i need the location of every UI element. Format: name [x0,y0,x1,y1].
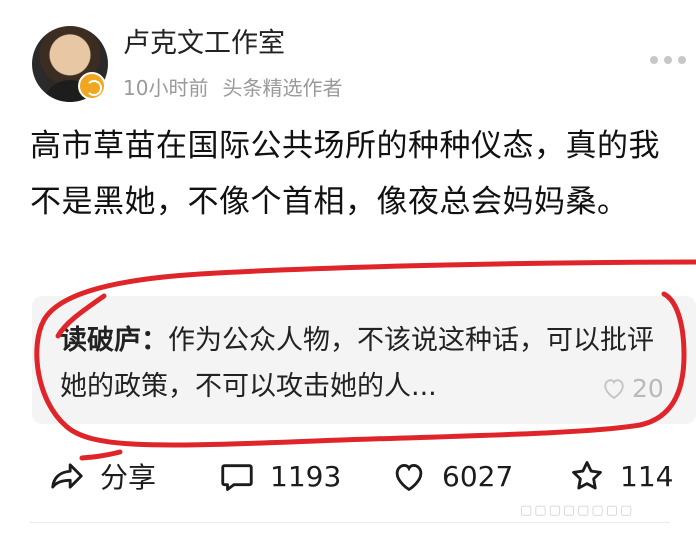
favorite-count: 114 [620,459,674,493]
featured-comment[interactable]: 读破庐：作为公众人物，不该说这种话，可以批评她的政策，不可以攻击她的人... 2… [32,296,696,424]
watermark: ▢▢▢▢▢▢▢▢ [520,503,635,518]
comment-content: 读破庐：作为公众人物，不该说这种话，可以批评她的政策，不可以攻击她的人... [60,318,670,410]
share-icon [51,463,83,489]
verified-badge-icon [78,72,106,100]
post-time: 10小时前 [123,76,209,100]
comment-like-button[interactable]: 20 [600,368,664,408]
comment-count: 1193 [270,459,342,493]
comment-icon [221,464,253,491]
author-name[interactable]: 卢克文工作室 [123,27,285,61]
more-dots-icon[interactable] [650,52,696,68]
like-count: 6027 [442,459,514,493]
comment-button[interactable]: 1193 [218,448,341,504]
like-button[interactable]: 6027 [390,448,513,504]
heart-icon [395,463,423,492]
comment-like-count: 20 [632,373,664,403]
comment-heart-icon [604,379,624,400]
share-button[interactable]: 分享 [48,448,156,504]
post-header: 卢克文工作室 10小时前 头条精选作者 [0,0,696,110]
favorite-button[interactable]: 114 [568,448,673,504]
divider [30,522,670,523]
comment-author[interactable]: 读破庐： [60,325,168,356]
star-icon [572,461,602,490]
action-bar: 分享 1193 6027 114 [0,448,696,504]
post-meta: 10小时前 头条精选作者 [123,74,342,102]
post-body: 高市草苗在国际公共场所的种种仪态，真的我不是黑她，不像个首相，像夜总会妈妈桑。 [30,128,660,220]
author-label: 头条精选作者 [222,76,343,100]
share-label: 分享 [100,461,157,494]
